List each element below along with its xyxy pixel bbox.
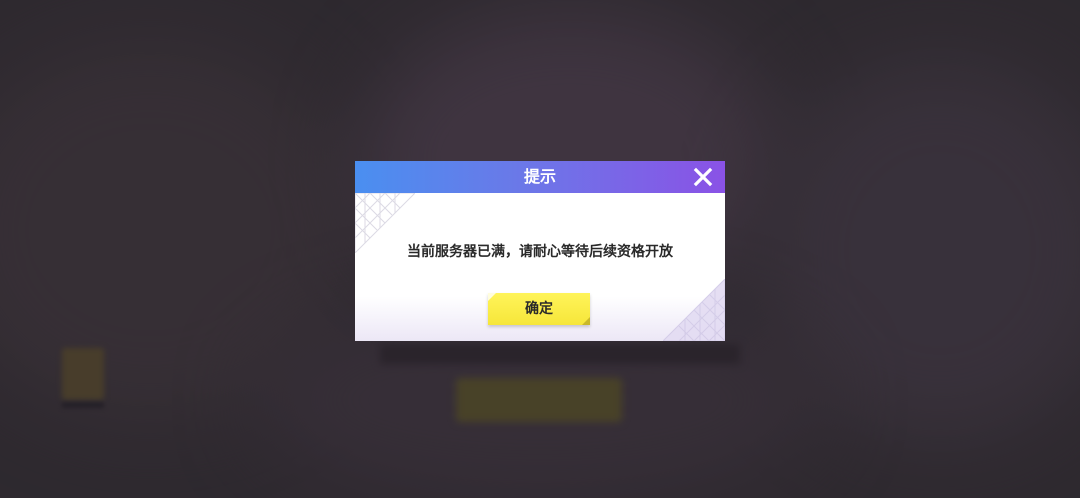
dialog-header: 提示 xyxy=(355,161,725,193)
close-button[interactable] xyxy=(693,167,713,187)
dialog-title: 提示 xyxy=(523,167,556,186)
corner-pattern-bottom-right xyxy=(663,279,725,341)
game-screen: 提示 当前服务器已满，请耐心等待后续资格开放 确定 xyxy=(0,0,1080,498)
confirm-button[interactable]: 确定 xyxy=(488,293,590,325)
confirm-button-label: 确定 xyxy=(525,301,553,317)
dialog-body: 当前服务器已满，请耐心等待后续资格开放 确定 xyxy=(355,193,725,341)
dialog-message: 当前服务器已满，请耐心等待后续资格开放 xyxy=(407,244,673,260)
server-full-dialog: 提示 当前服务器已满，请耐心等待后续资格开放 确定 xyxy=(355,161,725,341)
close-icon xyxy=(693,167,713,187)
